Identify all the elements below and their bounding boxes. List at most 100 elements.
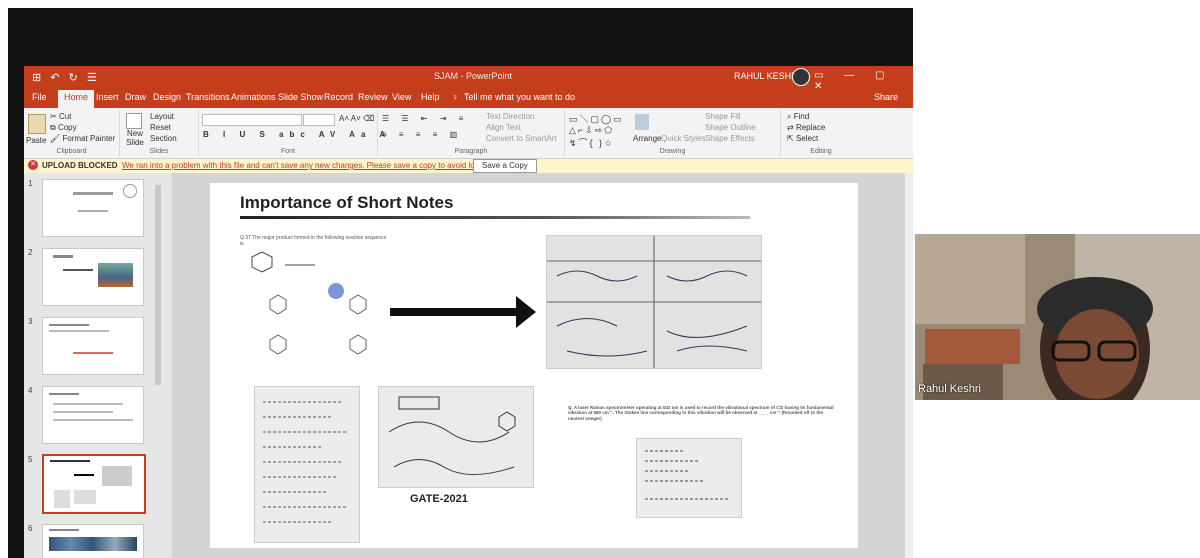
slides-group: New Slide Layout Reset Section Slides <box>120 110 199 156</box>
section-button[interactable]: Section <box>150 134 177 143</box>
message-body: We ran into a problem with this file and… <box>122 161 529 170</box>
arrange-button[interactable]: Arrange <box>633 134 661 143</box>
copy-button[interactable]: ⧉ Copy <box>50 123 77 133</box>
ribbon: Paste ✂ Cut ⧉ Copy 🖌 Format Painter Clip… <box>24 108 913 159</box>
font-format-buttons[interactable]: B I U S abc AV Aa A <box>203 130 391 139</box>
paragraph-group: ☰ ☰ ⇤ ⇥ ≡ ≡ ≡ ≡ ≡ ▥ Text Direction Align… <box>378 110 565 156</box>
align-text-button[interactable]: Align Text <box>486 123 521 132</box>
title-bar: ⊞ ↶ ↻ ☰ SJAM - PowerPoint RAHUL KESHRI ▭… <box>24 66 913 92</box>
handwritten-notes-image[interactable] <box>636 438 742 518</box>
slide-number: 3 <box>28 317 33 326</box>
arrange-icon[interactable] <box>635 114 649 130</box>
slide-number: 1 <box>28 179 33 188</box>
slide-title[interactable]: Importance of Short Notes <box>240 193 453 213</box>
webcam-scene <box>915 234 1200 400</box>
drawing-group: ▭＼▢◯▭ △⌐⇩⇨⬠ ↯⌒{ }☆ Arrange Quick Styles Sh… <box>565 110 781 156</box>
tab-file[interactable]: File <box>32 92 47 102</box>
user-name[interactable]: RAHUL KESHRI <box>734 71 800 81</box>
arrow-head <box>516 296 536 328</box>
select-button[interactable]: ⇱ Select <box>787 134 818 143</box>
paste-icon[interactable] <box>28 114 46 134</box>
quick-access-toolbar[interactable]: ⊞ ↶ ↻ ☰ <box>32 71 100 84</box>
tab-transitions[interactable]: Transitions <box>186 92 230 102</box>
save-copy-button[interactable]: Save a Copy <box>473 159 537 173</box>
replace-button[interactable]: ⇄ Replace <box>787 123 825 132</box>
editing-group: ⌕ Find ⇄ Replace ⇱ Select Editing <box>781 110 861 156</box>
reaction-scheme <box>251 251 367 355</box>
font-group: A˄ A˅ ⌫ B I U S abc AV Aa A Font <box>199 110 385 156</box>
tab-design[interactable]: Design <box>153 92 181 102</box>
slide-thumbnail[interactable] <box>42 179 144 237</box>
slide-number: 4 <box>28 386 33 395</box>
find-button[interactable]: ⌕ Find <box>787 112 809 122</box>
cursor-icon: ⇱ <box>787 134 796 143</box>
thumbnail-scrollbar[interactable] <box>154 173 162 558</box>
layout-button[interactable]: Layout <box>150 112 174 121</box>
align-buttons[interactable]: ≡ ≡ ≡ ≡ ▥ <box>382 130 462 139</box>
slide-number: 2 <box>28 248 33 257</box>
new-slide-icon[interactable] <box>126 113 142 129</box>
handwritten-notes-image[interactable] <box>546 235 762 369</box>
format-painter-button[interactable]: 🖌 Format Painter <box>50 134 115 143</box>
reset-button[interactable]: Reset <box>150 123 171 132</box>
paragraph-group-label: Paragraph <box>454 148 488 155</box>
copy-icon: ⧉ <box>50 123 58 132</box>
slide-thumbnail[interactable] <box>42 386 144 444</box>
tab-slide-show[interactable]: Slide Show <box>278 92 323 102</box>
tab-record[interactable]: Record <box>324 92 353 102</box>
font-name-box[interactable] <box>202 114 302 126</box>
tab-insert[interactable]: Insert <box>96 92 119 102</box>
user-avatar[interactable] <box>792 68 810 86</box>
handwritten-notes-image[interactable] <box>254 386 360 543</box>
drawing-group-label: Drawing <box>659 148 686 155</box>
gate-label: GATE-2021 <box>410 493 468 505</box>
cursor-highlight <box>328 283 344 299</box>
tab-view[interactable]: View <box>392 92 411 102</box>
powerpoint-window: ⊞ ↶ ↻ ☰ SJAM - PowerPoint RAHUL KESHRI ▭… <box>24 66 913 558</box>
tab-animations[interactable]: Animations <box>231 92 276 102</box>
new-slide-button[interactable]: New Slide <box>122 129 148 147</box>
search-icon: ⌕ <box>787 112 794 121</box>
shapes-gallery[interactable]: ▭＼▢◯▭ △⌐⇩⇨⬠ ↯⌒{ }☆ <box>569 112 624 149</box>
scroll-thumb[interactable] <box>155 185 161 385</box>
clipboard-group: Paste ✂ Cut ⧉ Copy 🖌 Format Painter Clip… <box>24 110 120 156</box>
slide-number: 5 <box>28 455 33 464</box>
shape-outline-button[interactable]: Shape Outline <box>705 123 756 132</box>
ribbon-tabs: File Home Insert Draw Design Transitions… <box>24 88 913 108</box>
tab-home[interactable]: Home <box>58 90 95 108</box>
brush-icon: 🖌 <box>50 134 63 143</box>
replace-icon: ⇄ <box>787 123 796 132</box>
editor-scrollbar[interactable] <box>905 173 913 558</box>
question-text: Q. A laser Raman spectrometer operating … <box>568 405 834 421</box>
scissors-icon: ✂ <box>50 112 59 121</box>
cut-button[interactable]: ✂ Cut <box>50 112 71 121</box>
editing-group-label: Editing <box>810 148 832 155</box>
slide-thumbnail-selected[interactable] <box>42 454 146 514</box>
font-size-box[interactable] <box>303 114 335 126</box>
paste-button[interactable]: Paste <box>26 136 46 145</box>
share-button[interactable]: Share <box>874 92 898 102</box>
handwritten-notes-image[interactable] <box>378 386 534 488</box>
slide-editor: Importance of Short Notes Q.37 The major… <box>172 173 913 558</box>
list-buttons[interactable]: ☰ ☰ ⇤ ⇥ ≡ <box>382 114 468 123</box>
tab-draw[interactable]: Draw <box>125 92 146 102</box>
slide-number: 6 <box>28 524 33 533</box>
message-title: UPLOAD BLOCKED <box>42 161 118 170</box>
shape-fill-button[interactable]: Shape Fill <box>705 112 741 121</box>
slide-thumbnail-pane: 1 2 3 4 5 6 <box>24 173 172 558</box>
upload-blocked-bar: ✕ UPLOAD BLOCKED We ran into a problem w… <box>24 159 913 173</box>
tab-help[interactable]: Help <box>421 92 440 102</box>
quick-styles-button[interactable]: Quick Styles <box>661 134 705 143</box>
tell-me-search[interactable]: Tell me what you want to do <box>464 92 575 102</box>
error-icon: ✕ <box>28 160 38 170</box>
font-size-icons[interactable]: A˄ A˅ ⌫ <box>339 114 374 123</box>
text-direction-button[interactable]: Text Direction <box>486 112 534 121</box>
convert-smartart-button[interactable]: Convert to SmartArt <box>486 134 557 143</box>
current-slide[interactable]: Importance of Short Notes Q.37 The major… <box>210 183 858 548</box>
slide-thumbnail[interactable] <box>42 248 144 306</box>
slides-group-label: Slides <box>149 148 169 155</box>
slide-thumbnail[interactable] <box>42 317 144 375</box>
slide-thumbnail[interactable] <box>42 524 144 558</box>
tab-review[interactable]: Review <box>358 92 388 102</box>
shape-effects-button[interactable]: Shape Effects <box>705 134 755 143</box>
